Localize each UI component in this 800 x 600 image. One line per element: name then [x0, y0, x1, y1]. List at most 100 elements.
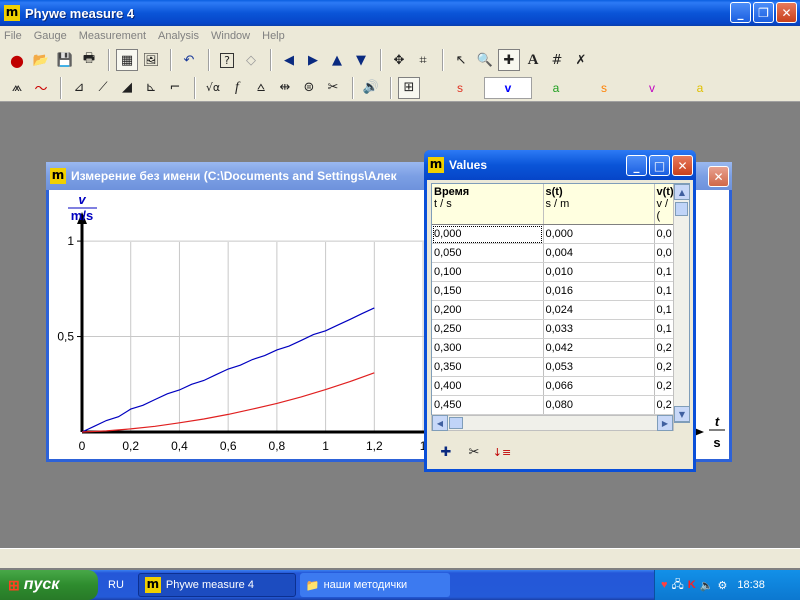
sqrt-function-icon[interactable]: √α [202, 77, 224, 99]
channel-tab-a1[interactable]: a [532, 76, 580, 99]
smooth-curve-icon[interactable]: 〜 [30, 77, 52, 99]
table-cell[interactable]: 0,004 [543, 243, 655, 263]
help-icon[interactable]: ? [216, 49, 238, 71]
curve-fit-icon[interactable]: ⌐ [164, 77, 186, 99]
scroll-right-button[interactable]: ▶ [657, 415, 673, 431]
histogram-icon[interactable]: ⩕ [6, 77, 28, 99]
record-icon[interactable]: ● [6, 49, 28, 71]
channel-graph-icon[interactable]: ⊞ [398, 76, 420, 99]
table-cell[interactable]: 0,350 [432, 357, 544, 377]
language-indicator[interactable]: RU [108, 579, 124, 591]
values-minimize-button[interactable]: _ [626, 155, 647, 176]
column-header-s[interactable]: s(t) s / m [543, 184, 655, 225]
table-cell[interactable]: 0,010 [543, 262, 655, 282]
tangent-icon[interactable]: ✗ [570, 49, 592, 71]
table-row[interactable]: 0,400 0,066 0,2 [432, 376, 677, 396]
table-cell[interactable]: 0,080 [543, 395, 655, 415]
table-row[interactable]: 0,450 0,080 0,2 [432, 395, 677, 415]
tray-network-icon[interactable]: 🖧 [672, 576, 684, 595]
save-icon[interactable]: 💾 [54, 49, 76, 71]
tray-shield-icon[interactable]: ♥ [661, 579, 668, 591]
menu-window[interactable]: Window [211, 30, 250, 42]
open-folder-icon[interactable]: 📂 [30, 49, 52, 71]
table-row[interactable]: 0,250 0,033 0,1 [432, 319, 677, 339]
table-cell[interactable]: 0,000 [432, 224, 544, 244]
table-cell[interactable]: 0,000 [543, 224, 655, 244]
function-icon[interactable]: f [226, 77, 248, 99]
graph-view-icon[interactable]: 🖼 [140, 49, 162, 71]
hscroll-thumb[interactable] [449, 417, 463, 429]
channel-tab-s1[interactable]: s [436, 76, 484, 99]
table-cell[interactable]: 0,053 [543, 357, 655, 377]
menu-gauge[interactable]: Gauge [34, 30, 67, 42]
restore-button[interactable]: ❐ [753, 2, 774, 23]
table-cell[interactable]: 0,200 [432, 300, 544, 320]
menu-measurement[interactable]: Measurement [79, 30, 146, 42]
minimize-button[interactable]: _ [730, 2, 751, 23]
print-icon[interactable]: 🖶 [78, 49, 100, 71]
table-row[interactable]: 0,200 0,024 0,1 [432, 300, 677, 320]
table-cell[interactable]: 0,300 [432, 338, 544, 358]
survey-icon[interactable]: ⊜ [298, 77, 320, 99]
table-row[interactable]: 0,150 0,016 0,1 [432, 281, 677, 301]
scroll-left-button[interactable]: ◀ [432, 415, 448, 431]
zoom-icon[interactable]: 🔍 [474, 49, 496, 71]
menu-file[interactable]: File [4, 30, 22, 42]
grid-icon[interactable]: # [546, 49, 568, 71]
column-header-time[interactable]: Время t / s [432, 184, 544, 225]
table-cell[interactable]: 0,150 [432, 281, 544, 301]
peak-icon[interactable]: ⩟ [250, 77, 272, 99]
table-cell[interactable]: 0,024 [543, 300, 655, 320]
filter-icon[interactable]: ⇹ [274, 77, 296, 99]
channel-tab-v2[interactable]: v [628, 76, 676, 99]
scale-graph-icon[interactable]: ⌗ [412, 49, 434, 71]
table-cell[interactable]: 0,050 [432, 243, 544, 263]
graph-close-button[interactable]: ✕ [708, 166, 729, 187]
menu-analysis[interactable]: Analysis [158, 30, 199, 42]
table-cell[interactable]: 0,016 [543, 281, 655, 301]
table-cell[interactable]: 0,100 [432, 262, 544, 282]
values-maximize-button[interactable]: □ [649, 155, 670, 176]
move-icon[interactable]: ✥ [388, 49, 410, 71]
regression-icon[interactable]: ⊿ [68, 77, 90, 99]
eraser-icon[interactable]: ◇ [240, 49, 262, 71]
horizontal-scrollbar[interactable]: ◀ ▶ [431, 415, 674, 431]
cut-icon[interactable]: ✂ [322, 77, 344, 99]
table-cell[interactable]: 0,033 [543, 319, 655, 339]
slope-icon[interactable]: ⊾ [140, 77, 162, 99]
arrow-up-icon[interactable]: ▲ [326, 49, 348, 71]
sort-icon[interactable]: ↓≡ [491, 441, 513, 463]
speaker-icon[interactable]: 🔊 [360, 77, 382, 99]
channel-tab-v1[interactable]: v [484, 76, 532, 99]
arrow-right-icon[interactable]: ▶ [302, 49, 324, 71]
tray-sound-icon[interactable]: 🔈 [700, 579, 714, 592]
table-view-icon[interactable]: ▦ [116, 49, 138, 71]
taskbar-task-folder[interactable]: 📁 наши методички [299, 573, 450, 597]
scroll-up-button[interactable]: ▲ [674, 184, 689, 200]
table-row[interactable]: 0,300 0,042 0,2 [432, 338, 677, 358]
close-button[interactable]: ✕ [776, 2, 797, 23]
pointer-icon[interactable]: ↖ [450, 49, 472, 71]
table-cell[interactable]: 0,400 [432, 376, 544, 396]
table-cell[interactable]: 0,250 [432, 319, 544, 339]
table-row[interactable]: 0,050 0,004 0,0 [432, 243, 677, 263]
values-window[interactable]: m Values _ □ ✕ Время t / s s(t) s / m v(t)… [424, 150, 696, 472]
table-row[interactable]: 0,000 0,000 0,0 [432, 224, 677, 244]
table-row[interactable]: 0,100 0,010 0,1 [432, 262, 677, 282]
arrow-down-icon[interactable]: ▼ [350, 49, 372, 71]
table-cell[interactable]: 0,042 [543, 338, 655, 358]
table-cell[interactable]: 0,066 [543, 376, 655, 396]
table-row[interactable]: 0,350 0,053 0,2 [432, 357, 677, 377]
cut-icon[interactable]: ✂ [463, 441, 485, 463]
arrow-left-icon[interactable]: ◀ [278, 49, 300, 71]
values-grid[interactable]: Время t / s s(t) s / m v(t) v / ( 0,000 0,00… [431, 183, 690, 423]
tray-misc-icon[interactable]: ⚙ [717, 579, 727, 592]
tray-antivirus-icon[interactable]: K [688, 579, 696, 591]
scroll-thumb[interactable] [675, 202, 688, 216]
text-icon[interactable]: A [522, 49, 544, 71]
taskbar-task-phywe[interactable]: m Phywe measure 4 [137, 573, 296, 597]
undo-icon[interactable]: ↶ [178, 49, 200, 71]
add-icon[interactable]: ✚ [435, 441, 457, 463]
channel-tab-a2[interactable]: a [676, 76, 724, 99]
fit-line-icon[interactable]: ⟋ [92, 77, 114, 99]
